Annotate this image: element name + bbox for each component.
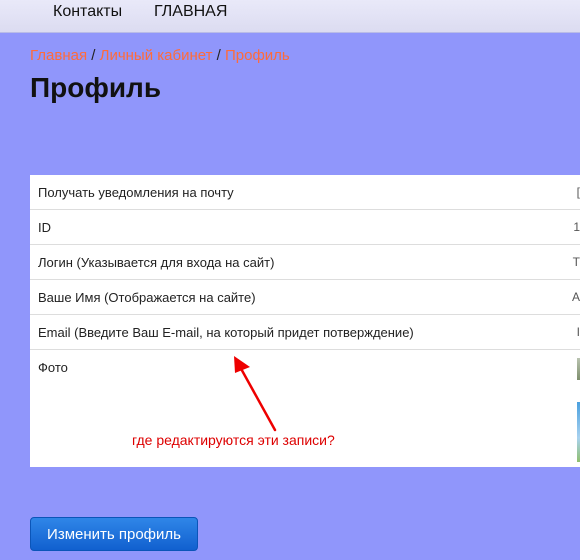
breadcrumb-link-home[interactable]: Главная [30, 47, 87, 64]
row-label: ID [38, 220, 51, 235]
row-label: Email (Введите Ваш E-mail, на который пр… [38, 325, 414, 340]
breadcrumb-link-profile[interactable]: Профиль [225, 47, 290, 64]
breadcrumb: Главная / Личный кабинет / Профиль [30, 47, 290, 65]
row-label: Фото [38, 360, 68, 375]
breadcrumb-separator: / [91, 47, 96, 64]
nav-link-contacts[interactable]: Контакты [53, 3, 122, 21]
row-label: Логин (Указывается для входа на сайт) [38, 255, 275, 270]
row-value-cropped[interactable]: [ [577, 185, 580, 200]
table-row-id: ID 1 [30, 210, 580, 245]
annotation-text: где редактируются эти записи? [132, 432, 335, 448]
table-row-email-notifications: Получать уведомления на почту [ [30, 175, 580, 210]
row-value-cropped: T [572, 255, 580, 269]
edit-profile-button[interactable]: Изменить профиль [30, 517, 198, 551]
row-label: Получать уведомления на почту [38, 185, 234, 200]
table-row-login: Логин (Указывается для входа на сайт) T [30, 245, 580, 280]
row-value-cropped: 1 [573, 220, 580, 234]
breadcrumb-link-cabinet[interactable]: Личный кабинет [100, 47, 213, 64]
row-value-cropped: I [576, 325, 580, 339]
page-title: Профиль [30, 72, 162, 103]
top-navigation-bar: Контакты ГЛАВНАЯ [0, 0, 580, 33]
annotation-arrow-icon [234, 356, 277, 432]
row-label: Ваше Имя (Отображается на сайте) [38, 290, 256, 305]
profile-table: Получать уведомления на почту [ ID 1 Лог… [30, 175, 580, 467]
table-row-name: Ваше Имя (Отображается на сайте) А [30, 280, 580, 315]
nav-link-home[interactable]: ГЛАВНАЯ [154, 3, 227, 21]
table-row-photo: Фото [30, 350, 580, 467]
breadcrumb-separator: / [216, 47, 221, 64]
row-value-cropped: А [571, 290, 580, 304]
table-row-email: Email (Введите Ваш E-mail, на который пр… [30, 315, 580, 350]
